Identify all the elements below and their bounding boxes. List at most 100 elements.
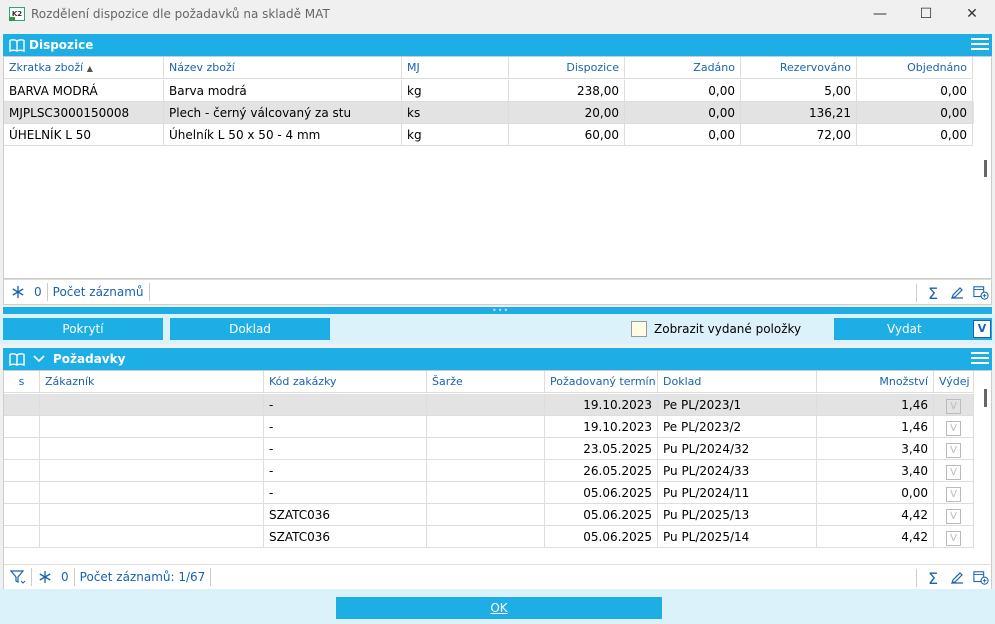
table-cell: 05.06.2025 <box>545 526 658 548</box>
vydat-button[interactable]: Vydat <box>834 318 992 340</box>
vydej-checkbox[interactable]: V <box>946 465 961 480</box>
minimize-button[interactable]: — <box>857 0 903 28</box>
table-cell: Pe PL/2023/1 <box>658 394 817 416</box>
doklad-button[interactable]: Doklad <box>170 318 330 340</box>
dispozice-footer: 0 Počet záznamů Σ <box>3 279 992 305</box>
vydej-checkbox[interactable]: V <box>946 531 961 546</box>
book-icon[interactable] <box>9 352 25 366</box>
vydej-checkbox[interactable]: V <box>946 421 961 436</box>
add-record-icon[interactable] <box>973 570 989 586</box>
vertical-scrollbar[interactable] <box>984 160 987 177</box>
frozen-count: 0 <box>61 570 69 584</box>
col-rezervovano[interactable]: Rezervováno <box>741 57 857 79</box>
edit-icon[interactable] <box>949 570 965 586</box>
col-dispozice[interactable]: Dispozice <box>509 57 625 79</box>
vydej-checkbox-cell[interactable]: V <box>934 482 974 504</box>
col-objednano[interactable]: Objednáno <box>857 57 973 79</box>
table-cell: 05.06.2025 <box>545 482 658 504</box>
pokryti-button[interactable]: Pokrytí <box>3 318 163 340</box>
vertical-scrollbar[interactable] <box>984 389 987 407</box>
table-cell <box>4 504 40 526</box>
vydej-checkbox[interactable]: V <box>946 399 961 414</box>
panel-splitter[interactable]: ••• <box>3 307 992 315</box>
sum-icon[interactable]: Σ <box>925 569 941 588</box>
col-sarze[interactable]: Šarže <box>427 371 545 393</box>
col-zkratka[interactable]: Zkratka zboží ▲ <box>4 57 164 79</box>
table-cell <box>427 416 545 438</box>
record-count-label: Počet záznamů <box>52 285 144 299</box>
table-cell <box>4 438 40 460</box>
table-cell: - <box>264 482 427 504</box>
show-issued-checkbox[interactable] <box>631 321 647 337</box>
col-vydej[interactable]: Výdej <box>934 371 974 393</box>
table-row[interactable]: ÚHELNÍK L 50 Úhelník L 50 x 50 - 4 mm kg… <box>4 124 974 146</box>
dispozice-title: Dispozice <box>29 38 94 52</box>
table-cell: 19.10.2023 <box>545 394 658 416</box>
col-pozadovany-termin[interactable]: Požadovaný termín <box>545 371 658 393</box>
col-nazev[interactable]: Název zboží <box>164 57 402 79</box>
pozadavky-title: Požadavky <box>53 352 126 366</box>
close-button[interactable]: ✕ <box>949 0 995 28</box>
col-zakaznik[interactable]: Zákazník <box>40 371 264 393</box>
col-doklad[interactable]: Doklad <box>658 371 817 393</box>
filter-icon[interactable] <box>10 569 26 585</box>
hamburger-menu-icon[interactable] <box>971 38 989 52</box>
dispozice-header: Dispozice <box>3 34 992 56</box>
table-cell: 0,00 <box>817 482 934 504</box>
hamburger-menu-icon[interactable] <box>971 352 989 366</box>
col-s[interactable]: s <box>4 371 40 393</box>
vydej-checkbox[interactable]: V <box>946 443 961 458</box>
add-record-icon[interactable] <box>973 285 989 301</box>
book-icon[interactable] <box>9 38 25 52</box>
table-row-selected[interactable]: MJPLSC3000150008 Plech - černý válcovaný… <box>4 102 974 124</box>
table-cell <box>40 416 264 438</box>
vydej-checkbox[interactable]: V <box>946 487 961 502</box>
title-bar: K2 Rozdělení dispozice dle požadavků na … <box>0 0 995 28</box>
pozadavky-header: Požadavky <box>3 348 992 370</box>
table-cell <box>40 482 264 504</box>
col-zadano[interactable]: Zadáno <box>625 57 741 79</box>
vydej-checkbox-cell[interactable]: V <box>934 438 974 460</box>
ok-button[interactable]: OK <box>336 597 662 619</box>
vydej-checkbox-cell[interactable]: V <box>934 504 974 526</box>
table-cell: - <box>264 394 427 416</box>
vydej-checkbox-cell[interactable]: V <box>934 394 974 416</box>
table-row[interactable]: SZATC036 05.06.2025 Pu PL/2025/14 4,42 V <box>4 526 974 548</box>
col-kod-zakazky[interactable]: Kód zakázky <box>264 371 427 393</box>
chevron-down-icon[interactable] <box>33 352 45 366</box>
table-row-selected[interactable]: - 19.10.2023 Pe PL/2023/1 1,46 V <box>4 394 974 416</box>
table-cell: 4,42 <box>817 504 934 526</box>
vydej-checkbox-cell[interactable]: V <box>934 460 974 482</box>
table-cell: Pu PL/2024/33 <box>658 460 817 482</box>
table-row[interactable]: - 19.10.2023 Pe PL/2023/2 1,46 V <box>4 416 974 438</box>
table-cell <box>4 416 40 438</box>
col-mj[interactable]: MJ <box>402 57 509 79</box>
snowflake-icon[interactable] <box>37 569 53 585</box>
table-cell: - <box>264 416 427 438</box>
table-row[interactable]: BARVA MODRÁ Barva modrá kg 238,00 0,00 5… <box>4 80 974 102</box>
table-cell <box>427 438 545 460</box>
vydej-checkbox[interactable]: V <box>946 509 961 524</box>
table-cell: 1,46 <box>817 416 934 438</box>
show-issued-label: Zobrazit vydané položky <box>654 322 802 336</box>
vydej-checkbox-cell[interactable]: V <box>934 416 974 438</box>
table-row[interactable]: - 05.06.2025 Pu PL/2024/11 0,00 V <box>4 482 974 504</box>
table-cell <box>40 504 264 526</box>
snowflake-icon[interactable] <box>10 284 26 300</box>
table-cell: 4,42 <box>817 526 934 548</box>
table-row[interactable]: - 23.05.2025 Pu PL/2024/32 3,40 V <box>4 438 974 460</box>
table-cell: Pu PL/2025/14 <box>658 526 817 548</box>
table-cell: 19.10.2023 <box>545 416 658 438</box>
sum-icon[interactable]: Σ <box>925 284 941 303</box>
vydej-checkbox-cell[interactable]: V <box>934 526 974 548</box>
vydat-shortcut-icon[interactable]: V <box>973 320 991 338</box>
edit-icon[interactable] <box>949 285 965 301</box>
dispozice-header-row: Zkratka zboží ▲ Název zboží MJ Dispozice… <box>4 57 974 79</box>
table-row[interactable]: SZATC036 05.06.2025 Pu PL/2025/13 4,42 V <box>4 504 974 526</box>
table-cell <box>427 482 545 504</box>
action-strip: Pokrytí Doklad Zobrazit vydané položky V… <box>0 314 995 344</box>
table-cell <box>40 526 264 548</box>
col-mnozstvi[interactable]: Množství <box>817 371 934 393</box>
maximize-button[interactable]: ☐ <box>903 0 949 28</box>
table-row[interactable]: - 26.05.2025 Pu PL/2024/33 3,40 V <box>4 460 974 482</box>
